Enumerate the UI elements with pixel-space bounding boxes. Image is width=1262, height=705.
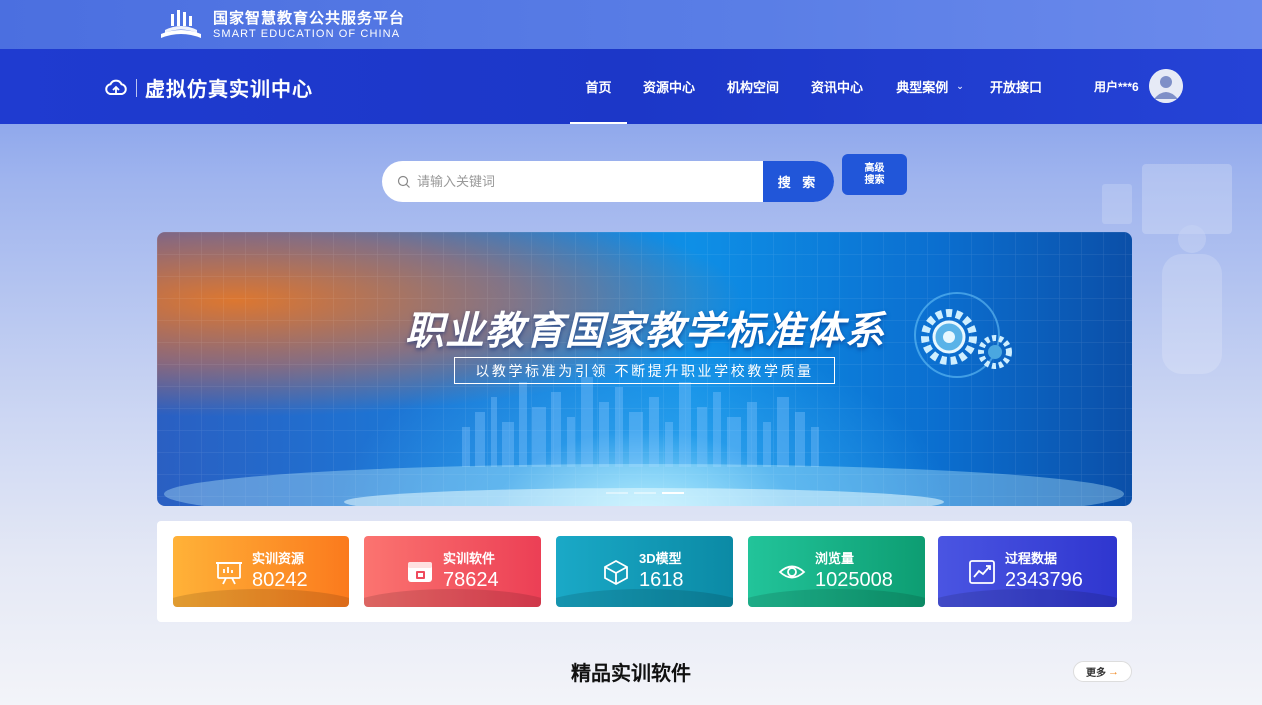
more-label: 更多 — [1086, 668, 1106, 679]
user-avatar-icon[interactable] — [1148, 69, 1183, 103]
stat-card-3d-models[interactable]: 3D模型 1618 — [556, 536, 733, 607]
stat-card-training-software[interactable]: 实训软件 78624 — [364, 536, 541, 607]
stat-label: 过程数据 — [1005, 550, 1058, 566]
logo-divider — [136, 78, 137, 97]
advanced-search-button[interactable]: 高级 搜索 — [842, 154, 907, 195]
banner-subtitle: 以教学标准为引领 不断提升职业学校教学质量 — [454, 357, 835, 384]
stat-label: 浏览量 — [815, 550, 855, 566]
carousel-dot[interactable] — [633, 492, 656, 494]
book-logo-icon — [157, 8, 205, 42]
stat-value: 80242 — [252, 568, 308, 591]
search-button[interactable]: 搜 索 — [763, 161, 834, 202]
stat-card-page-views[interactable]: 浏览量 1025008 — [748, 536, 925, 607]
line-chart-icon — [969, 559, 995, 584]
platform-brand[interactable]: 国家智慧教育公共服务平台 SMART EDUCATION OF CHINA — [157, 6, 405, 44]
chevron-down-icon: ⌄ — [956, 81, 964, 91]
nav-item-cases[interactable]: 典型案例 ⌄ — [879, 49, 981, 124]
stat-value: 2343796 — [1005, 568, 1083, 591]
search-bar: 搜 索 — [382, 161, 834, 202]
arrow-right-icon: → — [1108, 665, 1119, 678]
presentation-board-icon — [216, 561, 242, 584]
platform-topbar: 国家智慧教育公共服务平台 SMART EDUCATION OF CHINA — [0, 0, 1262, 49]
site-title: 虚拟仿真实训中心 — [145, 77, 313, 101]
user-menu[interactable]: 用户***6 — [1094, 69, 1183, 103]
platform-name-cn: 国家智慧教育公共服务平台 — [213, 9, 406, 27]
stat-value: 1025008 — [815, 568, 893, 591]
nav-label: 资讯中心 — [810, 80, 863, 95]
stat-value: 78624 — [443, 568, 499, 591]
search-icon — [397, 175, 410, 188]
nav-item-home[interactable]: 首页 — [570, 49, 627, 124]
eye-icon — [778, 565, 806, 578]
hero-banner[interactable]: 职业教育国家教学标准体系 以教学标准为引领 不断提升职业学校教学质量 — [157, 232, 1132, 506]
nav-item-news[interactable]: 资讯中心 — [795, 49, 879, 124]
stat-label: 3D模型 — [639, 550, 682, 566]
banner-title: 职业教育国家教学标准体系 — [404, 310, 885, 353]
stat-card-training-resources[interactable]: 实训资源 80242 — [173, 536, 349, 607]
stat-card-process-data[interactable]: 过程数据 2343796 — [938, 536, 1117, 607]
nav-menu: 首页 资源中心 机构空间 资讯中心 典型案例 ⌄ 开放接口 — [570, 49, 1051, 124]
nav-label: 机构空间 — [726, 80, 779, 95]
user-name: 用户***6 — [1094, 79, 1139, 94]
site-logo[interactable]: 虚拟仿真实训中心 — [104, 73, 313, 102]
cloud-icon — [105, 79, 127, 95]
carousel-dot-active[interactable] — [661, 492, 684, 494]
nav-label: 首页 — [585, 80, 612, 95]
stats-panel: 实训资源 80242 实训软件 78624 3D模型 1618 浏览量 1025… — [157, 521, 1132, 622]
stat-label: 实训资源 — [252, 550, 305, 566]
software-window-icon — [408, 561, 432, 582]
platform-name-en: SMART EDUCATION OF CHINA — [213, 27, 401, 40]
main-navbar: 虚拟仿真实训中心 首页 资源中心 机构空间 资讯中心 典型案例 ⌄ 开放接口 用… — [0, 49, 1262, 124]
carousel-dot[interactable] — [605, 492, 628, 494]
nav-item-institutions[interactable]: 机构空间 — [711, 49, 795, 124]
carousel-indicators — [157, 492, 1132, 494]
stat-label: 实训软件 — [443, 550, 496, 566]
nav-label: 开放接口 — [989, 80, 1042, 95]
nav-label: 资源中心 — [642, 80, 695, 95]
more-button[interactable]: 更多 → — [1073, 661, 1132, 682]
nav-item-open-api[interactable]: 开放接口 — [981, 49, 1051, 124]
nav-item-resources[interactable]: 资源中心 — [627, 49, 711, 124]
advanced-search-label-2: 搜索 — [864, 174, 885, 186]
stat-value: 1618 — [639, 568, 684, 591]
search-input[interactable] — [417, 161, 763, 202]
cube-3d-icon — [604, 559, 628, 585]
advanced-search-label-1: 高级 — [864, 162, 885, 174]
nav-label: 典型案例 — [896, 80, 949, 95]
